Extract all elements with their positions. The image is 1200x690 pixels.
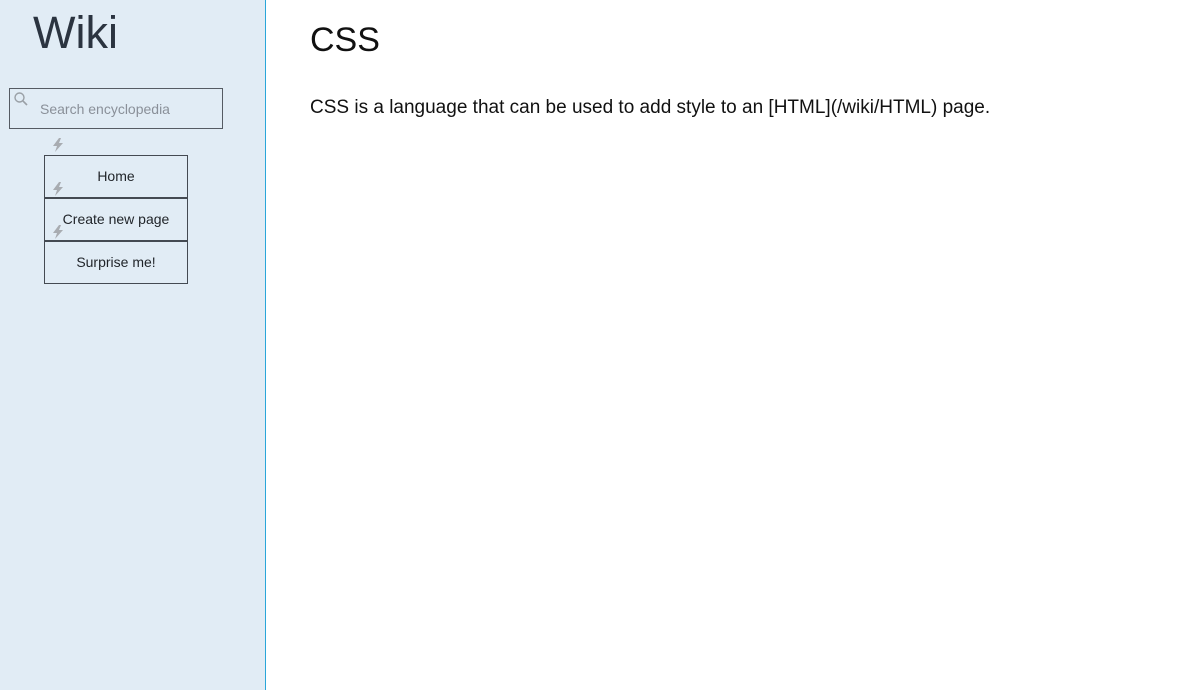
search-input[interactable]: [32, 89, 220, 128]
site-logo[interactable]: Wiki: [33, 10, 118, 55]
article-body: CSS is a language that can be used to ad…: [310, 97, 991, 118]
create-page-button[interactable]: Create new page: [44, 198, 188, 241]
sidebar: Wiki Home Create new page Surprise me!: [0, 0, 266, 690]
random-page-button[interactable]: Surprise me!: [44, 241, 188, 284]
bolt-icon: [53, 225, 63, 239]
search-icon: [14, 92, 28, 106]
page-title: CSS: [310, 21, 380, 59]
bolt-icon: [53, 138, 63, 152]
home-button[interactable]: Home: [44, 155, 188, 198]
bolt-icon: [53, 182, 63, 196]
search-box: [9, 88, 223, 129]
main-content: CSS CSS is a language that can be used t…: [266, 0, 1200, 690]
wiki-app: Wiki Home Create new page Surprise me! C…: [0, 0, 1200, 690]
